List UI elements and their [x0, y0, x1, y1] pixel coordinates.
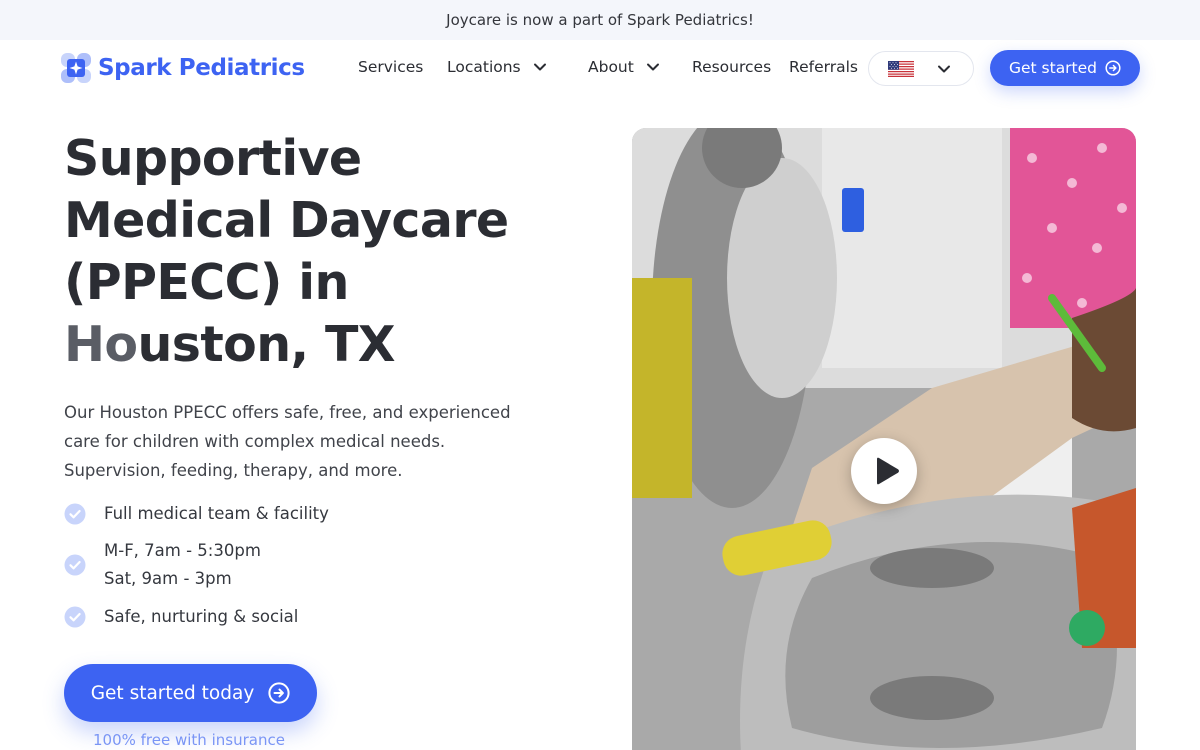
- arrow-right-circle-icon: [1105, 60, 1121, 76]
- title-line: Supportive: [64, 130, 362, 187]
- get-started-button[interactable]: Get started: [990, 50, 1140, 86]
- nav-item-label: About: [588, 58, 634, 76]
- feature-line: Sat, 9am - 3pm: [104, 569, 232, 588]
- nav-item-label: Locations: [447, 58, 521, 76]
- feature-line: Safe, nurturing & social: [104, 607, 299, 626]
- nav-item-services[interactable]: Services: [358, 58, 423, 76]
- check-circle-icon: [64, 606, 86, 628]
- feature-text: M-F, 7am - 5:30pm Sat, 9am - 3pm: [104, 537, 261, 593]
- arrow-right-circle-icon: [268, 682, 290, 704]
- language-selector[interactable]: [868, 51, 974, 86]
- title-line: (PPECC) in: [64, 254, 349, 311]
- announcement-bar: Joycare is now a part of Spark Pediatric…: [0, 0, 1200, 40]
- page-title: Supportive Medical Daycare (PPECC) in Ho…: [64, 128, 584, 376]
- nav-item-resources[interactable]: Resources: [692, 58, 771, 76]
- feature-line: Full medical team & facility: [104, 504, 329, 523]
- nav-item-referrals[interactable]: Referrals: [789, 58, 858, 76]
- description-line: Our Houston PPECC offers safe, free, and…: [64, 403, 511, 422]
- play-button[interactable]: [851, 438, 917, 504]
- feature-text: Full medical team & facility: [104, 500, 329, 528]
- description-line: Supervision, feeding, therapy, and more.: [64, 461, 403, 480]
- chevron-down-icon: [938, 65, 950, 73]
- title-line: Houston, TX: [64, 314, 584, 376]
- feature-item: Safe, nurturing & social: [64, 603, 298, 631]
- get-started-label: Get started: [1008, 59, 1098, 77]
- chevron-down-icon: [533, 63, 546, 71]
- check-circle-icon: [64, 503, 86, 525]
- nav-item-label: Services: [358, 58, 424, 76]
- title-line-accent: Ho: [64, 316, 138, 373]
- check-circle-icon: [64, 554, 86, 576]
- hero-video[interactable]: [632, 128, 1136, 750]
- title-line: Medical Daycare: [64, 192, 509, 249]
- feature-item: Full medical team & facility: [64, 500, 329, 528]
- logo[interactable]: Spark Pediatrics: [60, 52, 305, 84]
- cta-label: Get started today: [90, 682, 255, 704]
- us-flag-icon: [888, 60, 914, 77]
- nav-item-label: Referrals: [789, 58, 858, 76]
- play-icon: [876, 457, 899, 485]
- insurance-note: 100% free with insurance: [93, 731, 285, 749]
- hero-description: Our Houston PPECC offers safe, free, and…: [64, 398, 564, 485]
- chevron-down-icon: [646, 63, 659, 71]
- get-started-today-button[interactable]: Get started today: [64, 664, 317, 722]
- announcement-text: Joycare is now a part of Spark Pediatric…: [446, 11, 754, 29]
- nav-item-label: Resources: [692, 58, 772, 76]
- main-nav: Spark Pediatrics Services Locations Abou…: [0, 40, 1200, 96]
- nav-item-about[interactable]: About: [588, 58, 660, 76]
- feature-line: M-F, 7am - 5:30pm: [104, 541, 261, 560]
- brand-name: Spark Pediatrics: [98, 55, 305, 81]
- feature-item: M-F, 7am - 5:30pm Sat, 9am - 3pm: [64, 537, 261, 593]
- nav-item-locations[interactable]: Locations: [447, 58, 547, 76]
- feature-text: Safe, nurturing & social: [104, 603, 298, 631]
- logo-icon: [61, 53, 91, 83]
- description-line: care for children with complex medical n…: [64, 432, 446, 451]
- title-line-rest: uston, TX: [137, 316, 395, 373]
